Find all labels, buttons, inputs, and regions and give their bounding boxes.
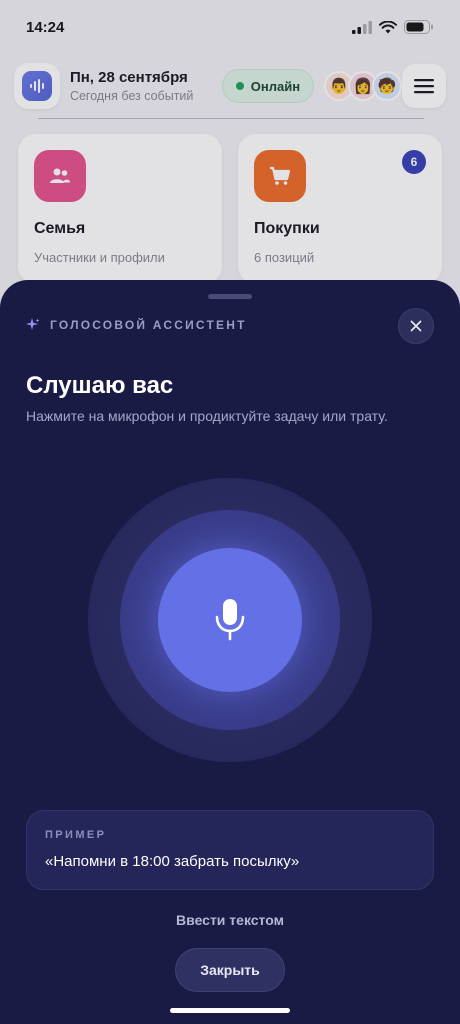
example-label: ПРИМЕР [45,829,107,841]
home-indicator[interactable] [170,1008,290,1013]
close-button[interactable]: Закрыть [175,948,285,992]
voice-assistant-sheet: ГОЛОСОВОЙ АССИСТЕНТ Слушаю вас Нажмите н… [0,280,460,1024]
example-card: ПРИМЕР «Напомни в 18:00 забрать посылку» [26,810,434,890]
type-text-link[interactable]: Ввести текстом [0,912,460,928]
microphone-button[interactable] [158,548,302,692]
microphone-icon [215,599,245,641]
example-text: «Напомни в 18:00 забрать посылку» [45,853,300,870]
